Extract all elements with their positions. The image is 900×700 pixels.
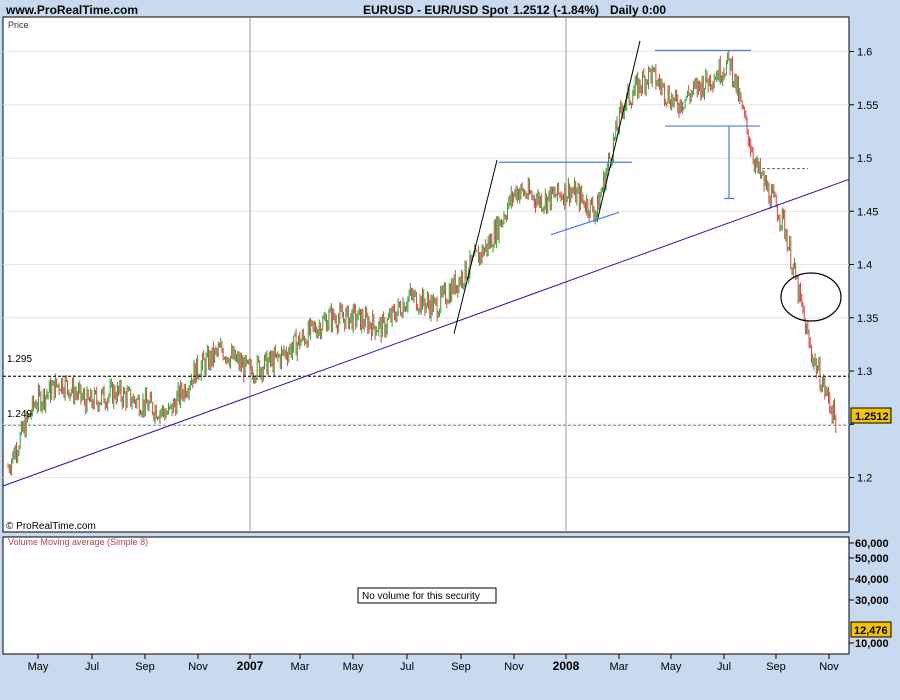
time-tick-label: Sep	[766, 661, 786, 673]
time-tick-label: Sep	[135, 661, 155, 673]
copyright-text: © ProRealTime.com	[6, 521, 96, 532]
price-tick-label: 1.45	[857, 206, 878, 218]
time-tick-label: Nov	[819, 661, 839, 673]
chart-canvas: www.ProRealTime.com EURUSD - EUR/USD Spo…	[2, 3, 892, 673]
volume-tick-label: 60,000	[855, 538, 889, 550]
time-tick-label: Jul	[85, 661, 99, 673]
hline-label-1249: 1.249	[7, 409, 32, 420]
volume-tick-label: 10,000	[855, 638, 889, 650]
price-tick-label: 1.2	[857, 473, 872, 485]
no-volume-message: No volume for this security	[362, 591, 480, 602]
time-tick-label: Nov	[504, 661, 524, 673]
time-tick-label: May	[661, 661, 682, 673]
time-tick-label: Mar	[291, 661, 310, 673]
time-tick-label: 2008	[553, 659, 580, 673]
price-tick-label: 1.4	[857, 260, 872, 272]
price-tick-label: 1.55	[857, 100, 878, 112]
time-axis: May Jul Sep Nov 2007 Mar May Jul Sep Nov 2008 Mar Ma…	[28, 654, 839, 673]
price-panel-label: Price	[8, 20, 29, 30]
volume-tick-label: 40,000	[855, 574, 889, 586]
price-tick-label: 1.3	[857, 366, 872, 378]
time-tick-label: Sep	[451, 661, 471, 673]
volume-tick-label: 50,000	[855, 553, 889, 565]
hline-label-1295: 1.295	[7, 354, 32, 365]
time-tick-label: May	[343, 661, 364, 673]
time-tick-label: May	[28, 661, 49, 673]
site-title[interactable]: www.ProRealTime.com	[5, 3, 138, 17]
price-tick-label: 1.6	[857, 47, 872, 59]
symbol-title: EURUSD - EUR/USD Spot	[363, 3, 508, 17]
time-tick-label: Mar	[610, 661, 629, 673]
time-tick-label: 2007	[237, 659, 264, 673]
time-tick-label: Nov	[188, 661, 208, 673]
last-price-header: 1.2512 (-1.84%)	[513, 3, 599, 17]
last-price-badge: 1.2512	[855, 411, 889, 423]
period-label: Daily 0:00	[610, 3, 666, 17]
volume-panel-label: Volume Moving average (Simple 8)	[8, 537, 148, 547]
price-tick-label: 1.5	[857, 153, 872, 165]
volume-tick-label: 30,000	[855, 595, 889, 607]
time-tick-label: Jul	[400, 661, 414, 673]
volume-badge: 12,476	[854, 625, 888, 637]
price-panel[interactable]	[2, 16, 850, 533]
price-tick-label: 1.35	[857, 313, 878, 325]
time-tick-label: Jul	[717, 661, 731, 673]
